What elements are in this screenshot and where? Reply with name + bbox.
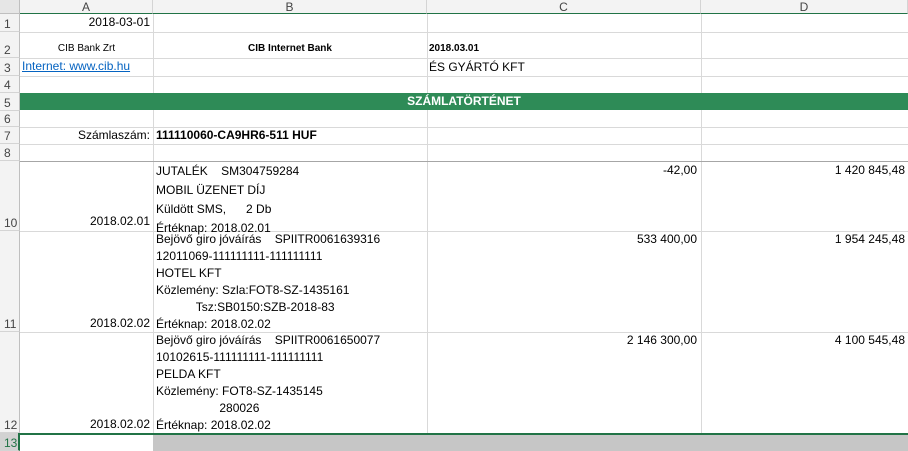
gridline	[20, 127, 908, 128]
row-header-2[interactable]: 2	[0, 32, 20, 58]
cell-c3[interactable]: ÉS GYÁRTÓ KFT	[429, 59, 699, 76]
cell-c12-amount[interactable]: 2 146 300,00	[427, 332, 697, 349]
cell-c11-amount[interactable]: 533 400,00	[427, 231, 697, 248]
cell-a1[interactable]: 2018-03-01	[20, 14, 150, 32]
column-header-b[interactable]: B	[153, 0, 427, 14]
row-header-12[interactable]: 12	[0, 332, 20, 433]
section-header-band[interactable]: SZÁMLATÖRTÉNET	[20, 93, 908, 110]
column-header-a[interactable]: A	[20, 0, 153, 14]
cell-d10-balance[interactable]: 1 420 845,48	[701, 162, 905, 179]
cell-a7[interactable]: Számlaszám:	[20, 127, 150, 144]
row-header-8[interactable]: 8	[0, 144, 20, 161]
row-header-1[interactable]: 1	[0, 14, 20, 32]
row-header-10[interactable]: 10	[0, 161, 20, 231]
cell-a3-link[interactable]: Internet: www.cib.hu	[22, 58, 153, 75]
cell-a10-date[interactable]: 2018.02.01	[20, 213, 150, 230]
cell-d11-balance[interactable]: 1 954 245,48	[701, 231, 905, 248]
row-header-7[interactable]: 7	[0, 127, 20, 144]
row-header-4[interactable]: 4	[0, 76, 20, 93]
selection-highlight	[153, 435, 908, 451]
account-number-cell[interactable]: 111110060-CA9HR6-511 HUF	[156, 127, 426, 144]
cell-a11-date[interactable]: 2018.02.02	[20, 315, 150, 332]
column-header-c[interactable]: C	[427, 0, 701, 14]
cell-a2[interactable]: CIB Bank Zrt	[20, 40, 153, 57]
row-header-11[interactable]: 11	[0, 231, 20, 332]
row-header-3[interactable]: 3	[0, 58, 20, 76]
cell-c10-amount[interactable]: -42,00	[427, 162, 697, 179]
column-header-d[interactable]: D	[701, 0, 908, 14]
gridline	[20, 144, 908, 145]
cell-c2[interactable]: 2018.03.01	[429, 40, 699, 57]
cell-b11-description[interactable]: Bejövő giro jóváírás SPIITR0061639316 12…	[156, 231, 426, 333]
cell-b12-description[interactable]: Bejövő giro jóváírás SPIITR0061650077 10…	[156, 332, 426, 434]
cell-a12-date[interactable]: 2018.02.02	[20, 416, 150, 433]
gridline	[20, 76, 908, 77]
row-header-6[interactable]: 6	[0, 111, 20, 127]
gridline	[153, 14, 154, 451]
cell-b10-description[interactable]: JUTALÉK SM304759284 MOBIL ÜZENET DÍJ Kül…	[156, 162, 426, 238]
row-header-5[interactable]: 5	[0, 93, 20, 111]
cell-b2[interactable]: CIB Internet Bank	[153, 40, 427, 57]
gridline	[20, 32, 908, 33]
cell-d12-balance[interactable]: 4 100 545,48	[701, 332, 905, 349]
select-all-corner[interactable]	[0, 0, 20, 14]
row-header-13[interactable]: 13	[0, 433, 20, 451]
